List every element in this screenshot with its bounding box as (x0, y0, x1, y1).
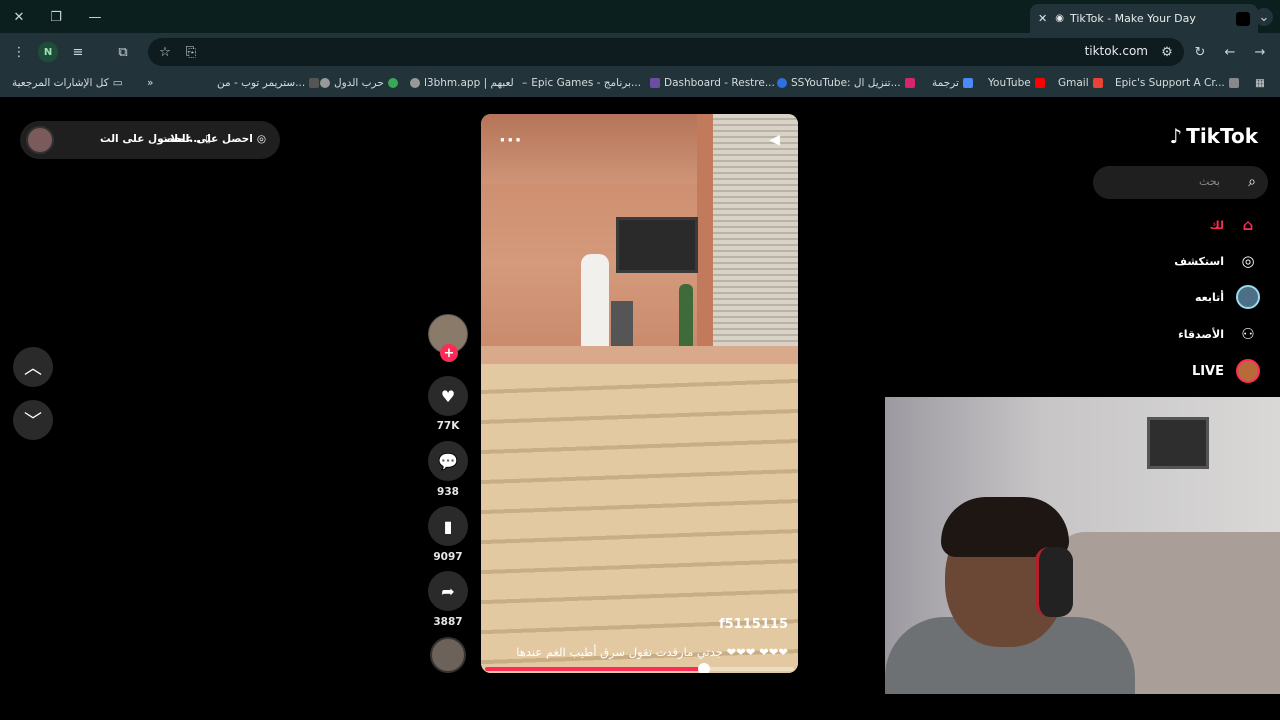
address-bar[interactable]: ☆ ⎘ tiktok.com ⚙ (148, 38, 1184, 66)
chevron-down-icon: ﹀ (24, 411, 42, 432)
bookmark-item[interactable]: – Epic Games - برنامج... (522, 77, 641, 89)
tiktok-page: الحصول على الت... ▯ احصل على عملات ◎ ︿ ﹀ ·… (0, 97, 1280, 720)
globe-icon (410, 78, 420, 88)
friends-icon: ⚇ (1241, 325, 1255, 343)
headset (1035, 547, 1073, 617)
video-caption: جدتي مارقدت تقول سرق أطيب الغم عندها ❤❤❤… (516, 645, 788, 659)
get-coins-button[interactable]: احصل على عملات ◎ (160, 133, 266, 145)
bookmark-item[interactable]: ستريمر توب - من... (217, 77, 320, 89)
compass-icon: ◎ (1241, 252, 1255, 270)
favicon-icon (650, 78, 660, 88)
forward-arrow-icon[interactable]: → (1251, 43, 1269, 61)
progress-fill (485, 667, 705, 671)
profile-avatar[interactable]: N (38, 42, 58, 62)
bookmark-item[interactable]: ترجمة (932, 77, 973, 89)
search-icon[interactable]: ⌕ (1248, 174, 1256, 190)
like-button[interactable]: ♥ (428, 376, 468, 416)
search-input[interactable]: بحث ⌕ (1093, 166, 1268, 199)
progress-bar[interactable] (485, 663, 794, 673)
volume-icon[interactable]: ◀ (769, 132, 780, 148)
bookmark-icon: ▮ (443, 516, 453, 536)
tab-close-icon[interactable]: ✕ (1038, 12, 1047, 25)
bookmark-item[interactable]: حرب الدول (320, 77, 398, 89)
comment-button[interactable]: 💬 (428, 441, 468, 481)
share-arrow-icon: ➦ (441, 581, 455, 601)
comment-icon: 💬 (438, 451, 458, 471)
bookmark-item[interactable]: Dashboard - Restre... (650, 77, 775, 89)
coin-icon: ◎ (256, 133, 266, 145)
translate-icon[interactable]: ⎘ (182, 43, 200, 61)
menu-kebab-icon[interactable]: ⋮ (10, 43, 28, 61)
share-button[interactable]: ➦ (428, 571, 468, 611)
tab-audio-icon: ◉ (1055, 13, 1064, 24)
sidebar-item-for-you[interactable]: لك ⌂ (1210, 213, 1260, 237)
back-arrow-icon[interactable]: ← (1221, 43, 1239, 61)
translate-favicon-icon (962, 78, 973, 88)
tab-tiktok[interactable]: ✕ ◉ TikTok - Make Your Day (1030, 4, 1258, 33)
previous-video-button[interactable]: ︿ (13, 347, 53, 387)
tab-search-icon[interactable]: ⌄ (1255, 8, 1273, 26)
next-video-button[interactable]: ﹀ (13, 400, 53, 440)
reload-icon[interactable]: ↻ (1191, 43, 1209, 61)
browser-toolbar: ⋮ N ≡ ⧉ ☆ ⎘ tiktok.com ⚙ ↻ ← → (0, 33, 1280, 71)
search-placeholder: بحث (1199, 175, 1220, 188)
heart-icon: ♥ (440, 386, 456, 406)
more-options-icon[interactable]: ··· (499, 130, 523, 151)
favicon-icon (309, 78, 320, 88)
following-avatar-icon (1236, 285, 1260, 309)
globe-icon (320, 78, 330, 88)
minimize-window-icon[interactable]: — (86, 8, 104, 26)
promo-bar[interactable]: الحصول على الت... ▯ احصل على عملات ◎ (20, 121, 280, 159)
bookmarks-overflow-icon[interactable]: » (147, 77, 153, 89)
video-player[interactable]: ··· ◀ f5115115 جدتي مارقدت تقول سرق أطيب… (481, 114, 798, 673)
chevron-up-icon: ︿ (24, 358, 42, 379)
save-count: 9097 (433, 551, 463, 563)
webcam-overlay (885, 397, 1280, 694)
share-count: 3887 (433, 616, 463, 628)
home-icon: ⌂ (1242, 216, 1254, 234)
bookmark-item[interactable]: Gmail (1058, 77, 1103, 89)
close-window-icon[interactable]: ✕ (10, 8, 28, 26)
avatar[interactable] (26, 126, 54, 154)
video-username[interactable]: f5115115 (719, 617, 788, 632)
tiktok-favicon-icon (1236, 11, 1250, 26)
bookmark-item[interactable]: YouTube (988, 77, 1045, 89)
follow-plus-icon[interactable]: + (440, 344, 458, 362)
live-icon (1236, 359, 1260, 383)
site-settings-icon[interactable]: ⚙ (1158, 43, 1176, 61)
bookmark-item[interactable]: Epic's Support A Cr... (1115, 77, 1239, 89)
favicon-icon (1228, 78, 1239, 88)
favicon-icon (387, 78, 398, 88)
extensions-icon[interactable]: ⧉ (114, 43, 132, 61)
save-button[interactable]: ▮ (428, 506, 468, 546)
youtube-icon (1034, 78, 1045, 88)
folder-icon: ▭ (112, 77, 123, 89)
url-text: tiktok.com (1084, 44, 1148, 58)
music-disc-avatar[interactable] (430, 637, 466, 673)
media-controls-icon[interactable]: ≡ (69, 43, 87, 61)
bookmark-all[interactable]: كل الإشارات المرجعية ▭ (12, 77, 123, 89)
browser-titlebar: ✕ ❐ — + ✕ ◉ TikTok - Make Your Day ⌄ (0, 0, 1280, 33)
restore-window-icon[interactable]: ❐ (47, 8, 65, 26)
comment-count: 938 (437, 486, 459, 498)
bookmark-star-icon[interactable]: ☆ (156, 43, 174, 61)
sidebar-item-explore[interactable]: استكشف ◎ (1174, 249, 1260, 273)
bookmarks-bar: كل الإشارات المرجعية ▭ » ستريمر توب - من.… (0, 71, 1280, 97)
favicon-icon (904, 78, 915, 88)
tiktok-logo[interactable]: ♪ TikTok (1169, 124, 1258, 148)
favicon-icon (777, 78, 787, 88)
tiktok-note-icon: ♪ (1169, 124, 1183, 148)
bookmark-item[interactable]: l3bhm.app | لعبهم (410, 77, 514, 89)
bookmark-item[interactable]: SSYouTube: تنزيل ال... (777, 77, 915, 89)
bookmark-menu-icon[interactable]: ▦ (1255, 77, 1265, 89)
like-count: 77K (436, 420, 460, 432)
gmail-icon (1092, 78, 1103, 88)
epic-dash-icon: – (522, 77, 528, 89)
sidebar-item-friends[interactable]: الأصدقاء ⚇ (1178, 322, 1260, 346)
sidebar-item-following[interactable]: أتابعه (1195, 285, 1260, 309)
tab-title: TikTok - Make Your Day (1069, 12, 1196, 25)
progress-handle[interactable] (698, 663, 711, 673)
sidebar-item-live[interactable]: LIVE (1192, 359, 1260, 383)
